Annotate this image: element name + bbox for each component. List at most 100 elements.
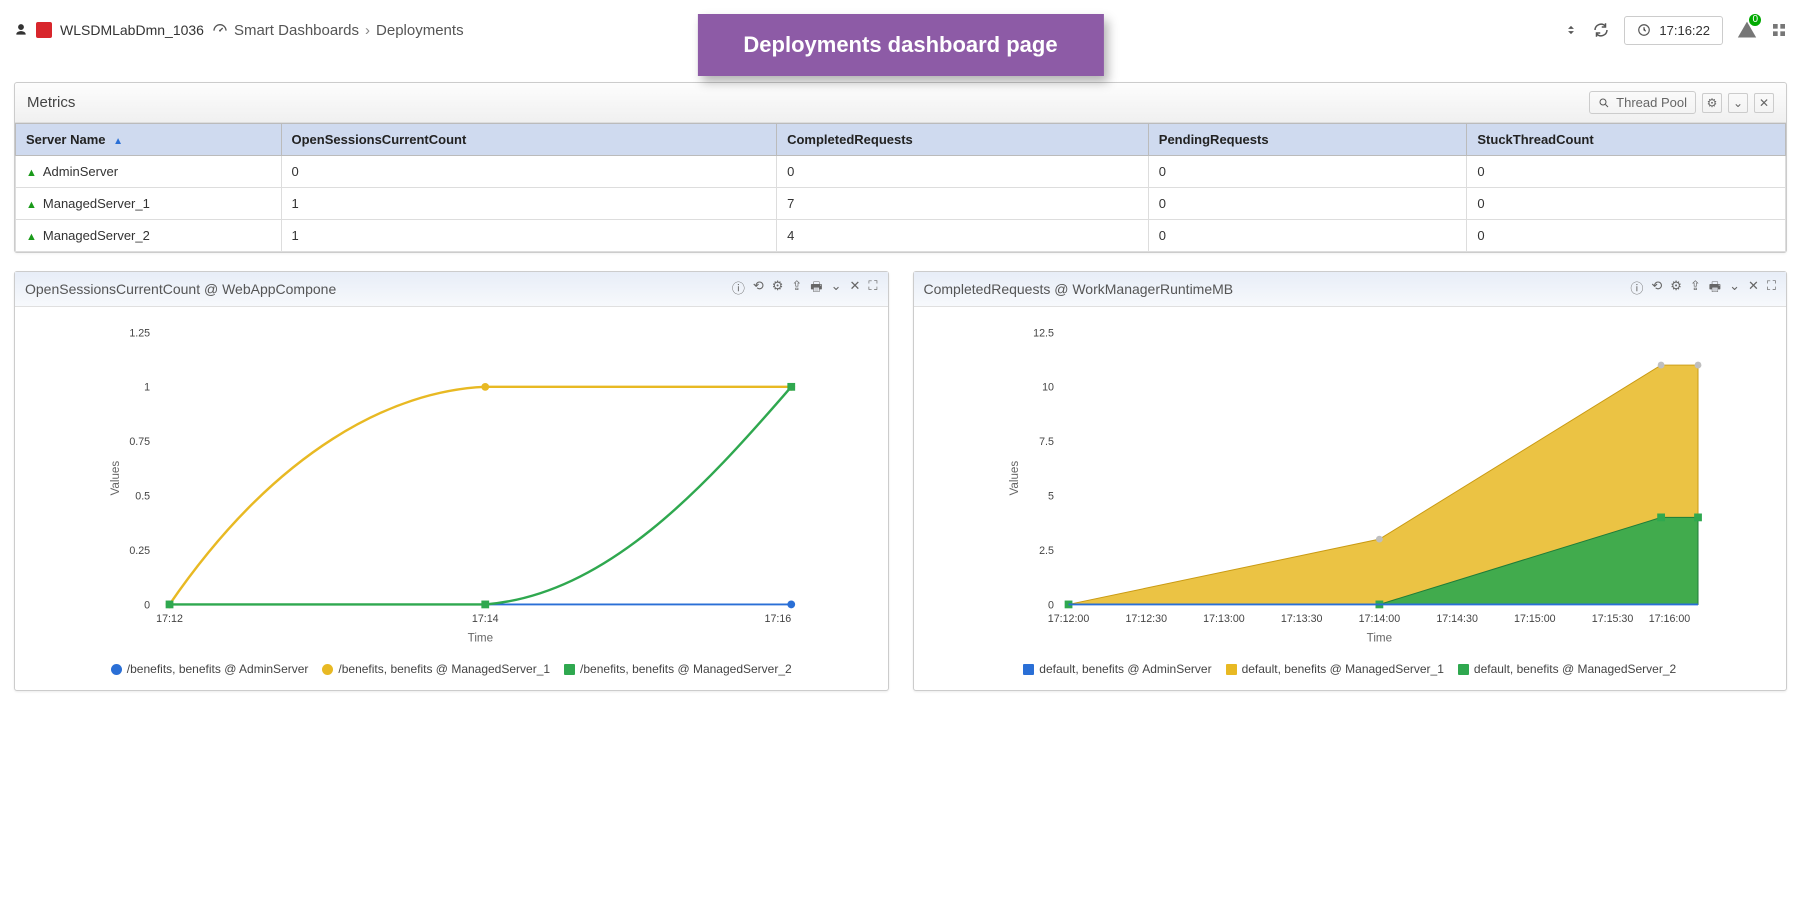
legend-label: default, benefits @ ManagedServer_1 [1242,662,1444,676]
export-icon[interactable]: ⇪ [791,278,802,300]
metrics-table: Server Name ▲ OpenSessionsCurrentCount C… [15,123,1786,252]
chart-canvas: 0 2.5 5 7.5 10 12.5 17:12:00 17:12:30 17… [924,313,1777,653]
svg-text:0.75: 0.75 [129,436,150,448]
cell-stuck: 0 [1467,156,1786,188]
col-pending-requests[interactable]: PendingRequests [1148,124,1467,156]
cell-open: 0 [281,156,777,188]
col-stuck-thread[interactable]: StuckThreadCount [1467,124,1786,156]
metrics-search-label: Thread Pool [1616,95,1687,110]
svg-text:2.5: 2.5 [1039,545,1054,557]
search-icon [1598,97,1610,109]
status-up-icon: ▲ [26,167,37,179]
chart-title: OpenSessionsCurrentCount @ WebAppCompone [25,281,336,297]
svg-text:1: 1 [144,382,150,394]
table-row[interactable]: ▲ AdminServer 0 0 0 0 [16,156,1786,188]
info-icon[interactable]: ⓘ [1630,278,1643,300]
svg-text:17:15:00: 17:15:00 [1514,613,1556,625]
svg-text:17:16: 17:16 [765,613,792,625]
print-icon[interactable]: 🖶 [1709,278,1721,300]
legend-swatch-yellow [1226,664,1237,675]
chart-canvas: 0 0.25 0.5 0.75 1 1.25 17:12 17:14 17:16… [25,313,878,653]
print-icon[interactable]: 🖶 [810,278,822,300]
metrics-search[interactable]: Thread Pool [1589,91,1696,114]
svg-text:17:12: 17:12 [156,613,183,625]
cell-completed: 0 [777,156,1149,188]
sort-toggle-icon[interactable] [1564,21,1578,39]
svg-text:1.25: 1.25 [129,327,150,339]
domain-label: WLSDMLabDmn_1036 [60,22,204,38]
refresh-icon[interactable]: ⟲ [753,278,764,300]
legend-label: /benefits, benefits @ ManagedServer_2 [580,662,792,676]
svg-text:17:13:00: 17:13:00 [1203,613,1245,625]
sort-asc-icon: ▲ [113,136,123,147]
close-icon[interactable]: ✕ [1748,278,1759,300]
svg-text:7.5: 7.5 [1039,436,1054,448]
expand-icon[interactable]: ⛶ [1767,278,1776,300]
chevron-right-icon: › [365,22,370,39]
metrics-panel: Metrics Thread Pool ⚙ ⌄ ✕ Server Name [14,82,1787,253]
svg-text:17:13:30: 17:13:30 [1280,613,1322,625]
close-icon[interactable]: ✕ [1754,93,1774,113]
x-axis-label: Time [468,631,493,644]
svg-text:5: 5 [1048,491,1054,503]
svg-text:0: 0 [1048,599,1054,611]
gear-icon[interactable]: ⚙ [1702,93,1722,113]
refresh-icon[interactable] [1592,21,1610,39]
clock-icon [1637,23,1651,37]
table-row[interactable]: ▲ManagedServer_2 1 4 0 0 [16,220,1786,252]
breadcrumb: Smart Dashboards › Deployments [212,22,464,39]
col-server-name-label: Server Name [26,132,106,147]
cell-stuck: 0 [1467,220,1786,252]
close-icon[interactable]: ✕ [849,278,860,300]
col-completed-requests[interactable]: CompletedRequests [777,124,1149,156]
svg-text:17:14:00: 17:14:00 [1358,613,1400,625]
cell-pending: 0 [1148,188,1467,220]
chart-legend: /benefits, benefits @ AdminServer /benef… [25,656,878,686]
svg-text:17:12:30: 17:12:30 [1125,613,1167,625]
col-server-name[interactable]: Server Name ▲ [16,124,282,156]
cell-pending: 0 [1148,156,1467,188]
table-row[interactable]: ▲ManagedServer_1 1 7 0 0 [16,188,1786,220]
legend-label: /benefits, benefits @ ManagedServer_1 [338,662,550,676]
export-icon[interactable]: ⇪ [1690,278,1701,300]
status-up-icon: ▲ [26,199,37,211]
page-banner: Deployments dashboard page [697,14,1103,76]
status-up-icon: ▲ [26,231,37,243]
refresh-icon[interactable]: ⟲ [1651,278,1662,300]
chevron-down-icon[interactable]: ⌄ [831,278,842,300]
y-axis-label: Values [109,461,122,496]
clock-display[interactable]: 17:16:22 [1624,16,1723,45]
alerts-button[interactable]: 0 [1737,20,1757,40]
svg-text:17:12:00: 17:12:00 [1047,613,1089,625]
svg-text:17:14: 17:14 [472,613,499,625]
breadcrumb-level-0[interactable]: Smart Dashboards [234,22,359,39]
legend-swatch-green [564,664,575,675]
cell-completed: 4 [777,220,1149,252]
chart-legend: default, benefits @ AdminServer default,… [924,656,1777,686]
metrics-panel-title: Metrics [27,94,75,111]
gear-icon[interactable]: ⚙ [772,278,784,300]
expand-icon[interactable]: ⛶ [868,278,877,300]
topbar: WLSDMLabDmn_1036 Smart Dashboards › Depl… [14,10,1787,50]
y-axis-label: Values [1008,461,1021,496]
legend-swatch-yellow [322,664,333,675]
oracle-logo-icon [36,22,52,38]
x-axis-label: Time [1366,631,1391,644]
info-icon[interactable]: ⓘ [732,278,745,300]
gear-icon[interactable]: ⚙ [1670,278,1682,300]
cell-completed: 7 [777,188,1149,220]
cell-open: 1 [281,220,777,252]
svg-text:12.5: 12.5 [1033,327,1054,339]
legend-label: default, benefits @ ManagedServer_2 [1474,662,1676,676]
svg-text:10: 10 [1042,382,1054,394]
svg-text:17:14:30: 17:14:30 [1436,613,1478,625]
chevron-down-icon[interactable]: ⌄ [1729,278,1740,300]
cell-server: AdminServer [43,164,118,179]
breadcrumb-level-1[interactable]: Deployments [376,22,464,39]
apps-grid-icon[interactable] [1771,22,1787,39]
chevron-down-icon[interactable]: ⌄ [1728,93,1748,113]
col-open-sessions[interactable]: OpenSessionsCurrentCount [281,124,777,156]
svg-text:0.25: 0.25 [129,545,150,557]
user-icon[interactable] [14,23,28,37]
cell-server: ManagedServer_1 [43,196,150,211]
